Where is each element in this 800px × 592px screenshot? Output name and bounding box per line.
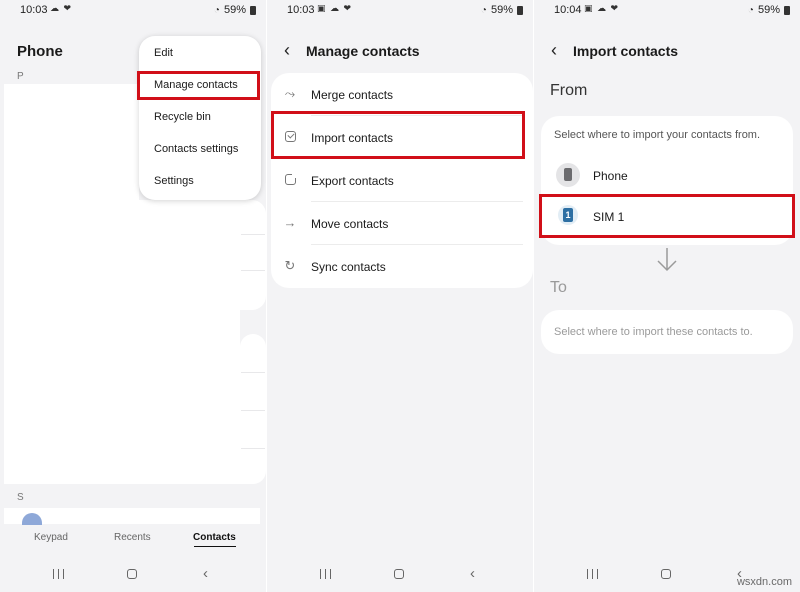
list-item-merge-contacts[interactable]: ⤳ Merge contacts <box>271 73 533 116</box>
list-divider <box>241 448 265 449</box>
import-contacts-screen: 10:04 ▣ ☁ ❤ ◔ 59% ‹ Import contacts From… <box>534 0 800 592</box>
status-bar: 10:03 ▣ ☁ ❤ ◔ 59% <box>267 0 533 20</box>
source-label: Phone <box>593 169 628 183</box>
contact-list-area <box>139 200 240 484</box>
system-nav-bar: ‹ <box>267 564 533 584</box>
battery-percent: 59% <box>757 4 780 16</box>
notification-icons: ▣ ☁ ❤ <box>584 3 620 13</box>
index-letter: P <box>17 71 24 82</box>
menu-item-contacts-settings[interactable]: Contacts settings <box>154 143 238 155</box>
contact-row[interactable] <box>4 508 260 524</box>
phone-contacts-screen: 10:03 ☁ ❤ ◔ 59% Phone P S Edit Manage co… <box>0 0 266 592</box>
import-destination-card[interactable]: Select where to import these contacts to… <box>541 310 793 354</box>
active-tab-indicator <box>194 546 236 547</box>
list-divider <box>241 234 265 235</box>
status-time: 10:03 <box>287 4 315 16</box>
manage-options-card: ⤳ Merge contacts Import contacts Export … <box>271 73 533 288</box>
sim-card-icon: 1 <box>558 205 578 225</box>
back-nav-icon[interactable]: ‹ <box>203 566 208 581</box>
watermark: wsxdn.com <box>736 576 792 588</box>
item-label: Merge contacts <box>311 88 394 102</box>
list-item-export-contacts[interactable]: Export contacts <box>271 159 533 202</box>
wifi-icon: ◔ <box>480 4 487 16</box>
wifi-icon: ◔ <box>213 4 220 16</box>
back-arrow-icon[interactable]: ‹ <box>551 41 557 59</box>
tab-keypad[interactable]: Keypad <box>34 532 68 543</box>
list-divider <box>241 372 265 373</box>
sync-icon: ↻ <box>284 258 296 273</box>
import-icon <box>283 130 297 144</box>
home-icon[interactable] <box>661 569 671 579</box>
export-icon <box>283 172 298 187</box>
battery-icon <box>250 5 256 15</box>
home-icon[interactable] <box>394 569 404 579</box>
recent-apps-icon[interactable] <box>586 569 599 579</box>
source-label: SIM 1 <box>593 210 625 224</box>
status-bar: 10:04 ▣ ☁ ❤ ◔ 59% <box>534 0 800 20</box>
menu-item-recycle-bin[interactable]: Recycle bin <box>154 111 211 123</box>
contact-list-area <box>4 84 139 484</box>
merge-icon: ⤳ <box>284 86 296 101</box>
status-bar: 10:03 ☁ ❤ ◔ 59% <box>0 0 266 20</box>
sim-badge: 1 <box>563 208 573 222</box>
arrow-right-icon: → <box>283 215 297 230</box>
back-nav-icon[interactable]: ‹ <box>470 566 475 581</box>
menu-item-settings[interactable]: Settings <box>154 175 194 187</box>
to-hint: Select where to import these contacts to… <box>554 326 753 338</box>
status-time: 10:04 <box>554 4 582 16</box>
contact-list-area <box>240 334 266 484</box>
list-item-sync-contacts[interactable]: ↻ Sync contacts <box>271 245 533 288</box>
list-divider <box>241 270 265 271</box>
manage-contacts-screen: 10:03 ▣ ☁ ❤ ◔ 59% ‹ Manage contacts ⤳ Me… <box>267 0 533 592</box>
tab-recents[interactable]: Recents <box>114 532 151 543</box>
source-option-phone[interactable]: Phone <box>541 157 793 195</box>
page-title: Import contacts <box>573 43 679 59</box>
overflow-menu: Edit Manage contacts Recycle bin Contact… <box>139 36 261 200</box>
list-divider <box>241 410 265 411</box>
item-label: Import contacts <box>311 131 394 145</box>
menu-item-edit[interactable]: Edit <box>154 47 173 59</box>
recent-apps-icon[interactable] <box>319 569 332 579</box>
index-letter: S <box>17 492 24 503</box>
home-icon[interactable] <box>127 569 137 579</box>
from-hint: Select where to import your contacts fro… <box>554 129 761 141</box>
system-nav-bar: ‹ <box>0 564 266 584</box>
list-item-import-contacts[interactable]: Import contacts <box>271 116 533 159</box>
battery-percent: 59% <box>490 4 513 16</box>
back-arrow-icon[interactable]: ‹ <box>284 41 290 59</box>
menu-item-manage-contacts[interactable]: Manage contacts <box>154 79 238 91</box>
phone-icon <box>556 163 580 187</box>
notification-icons: ☁ ❤ <box>50 3 73 13</box>
bottom-tabs: Keypad Recents Contacts <box>0 532 266 550</box>
item-label: Move contacts <box>311 217 389 231</box>
import-source-card: Select where to import your contacts fro… <box>541 116 793 245</box>
notification-icons: ▣ ☁ ❤ <box>317 3 353 13</box>
battery-icon <box>784 5 790 15</box>
to-section-label: To <box>550 279 567 296</box>
page-title: Manage contacts <box>306 43 420 59</box>
page-title: Phone <box>17 43 63 60</box>
arrow-down-icon <box>657 248 677 272</box>
battery-icon <box>517 5 523 15</box>
contact-list-area <box>240 200 266 310</box>
source-option-sim1[interactable]: 1 SIM 1 <box>541 198 793 236</box>
list-item-move-contacts[interactable]: → Move contacts <box>271 202 533 245</box>
item-label: Export contacts <box>311 174 394 188</box>
battery-percent: 59% <box>223 4 246 16</box>
status-time: 10:03 <box>20 4 48 16</box>
tab-contacts[interactable]: Contacts <box>193 532 236 543</box>
from-section-label: From <box>550 82 588 99</box>
item-label: Sync contacts <box>311 260 386 274</box>
wifi-icon: ◔ <box>747 4 754 16</box>
recent-apps-icon[interactable] <box>52 569 65 579</box>
